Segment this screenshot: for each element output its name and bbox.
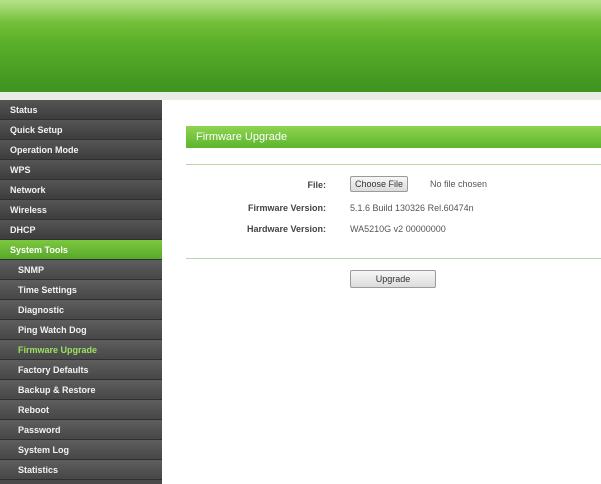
sidebar-subitem-time-settings[interactable]: Time Settings — [0, 280, 162, 300]
sidebar-item-status[interactable]: Status — [0, 100, 162, 120]
sidebar-subitem-statistics[interactable]: Statistics — [0, 460, 162, 480]
sidebar-item-network[interactable]: Network — [0, 180, 162, 200]
divider-bottom — [186, 258, 601, 259]
sidebar-subitem-system-log[interactable]: System Log — [0, 440, 162, 460]
firmware-version-label: Firmware Version: — [247, 203, 326, 213]
sidebar-item-system-tools[interactable]: System Tools — [0, 240, 162, 260]
sidebar-item-wireless[interactable]: Wireless — [0, 200, 162, 220]
sidebar-item-operation-mode[interactable]: Operation Mode — [0, 140, 162, 160]
sidebar-subitem-ping-watch-dog[interactable]: Ping Watch Dog — [0, 320, 162, 340]
sidebar-subitem-reboot[interactable]: Reboot — [0, 400, 162, 420]
banner-gap — [0, 92, 601, 100]
sidebar-item-dhcp[interactable]: DHCP — [0, 220, 162, 240]
sidebar-subitem-backup-restore[interactable]: Backup & Restore — [0, 380, 162, 400]
sidebar-subitem-password[interactable]: Password — [0, 420, 162, 440]
sidebar-nav: Status Quick Setup Operation Mode WPS Ne… — [0, 100, 162, 484]
sidebar-subitem-diagnostic[interactable]: Diagnostic — [0, 300, 162, 320]
file-status-text: No file chosen — [430, 179, 488, 189]
banner-highlight — [0, 0, 601, 22]
sidebar-subitem-firmware-upgrade[interactable]: Firmware Upgrade — [0, 340, 162, 360]
sidebar-subitem-factory-defaults[interactable]: Factory Defaults — [0, 360, 162, 380]
choose-file-button[interactable]: Choose File — [350, 176, 409, 192]
sidebar-subitem-snmp[interactable]: SNMP — [0, 260, 162, 280]
sidebar-item-wps[interactable]: WPS — [0, 160, 162, 180]
file-label: File: — [307, 180, 326, 190]
main-content: Firmware Upgrade File: Choose File No fi… — [162, 100, 601, 484]
divider-top — [186, 164, 601, 165]
upgrade-button[interactable]: Upgrade — [350, 270, 436, 288]
hardware-version-value: WA5210G v2 00000000 — [350, 224, 446, 234]
section-title: Firmware Upgrade — [186, 126, 601, 148]
hardware-version-label: Hardware Version: — [246, 224, 326, 234]
sidebar-item-quick-setup[interactable]: Quick Setup — [0, 120, 162, 140]
firmware-version-value: 5.1.6 Build 130326 Rel.60474n — [350, 203, 474, 213]
top-banner — [0, 0, 601, 92]
